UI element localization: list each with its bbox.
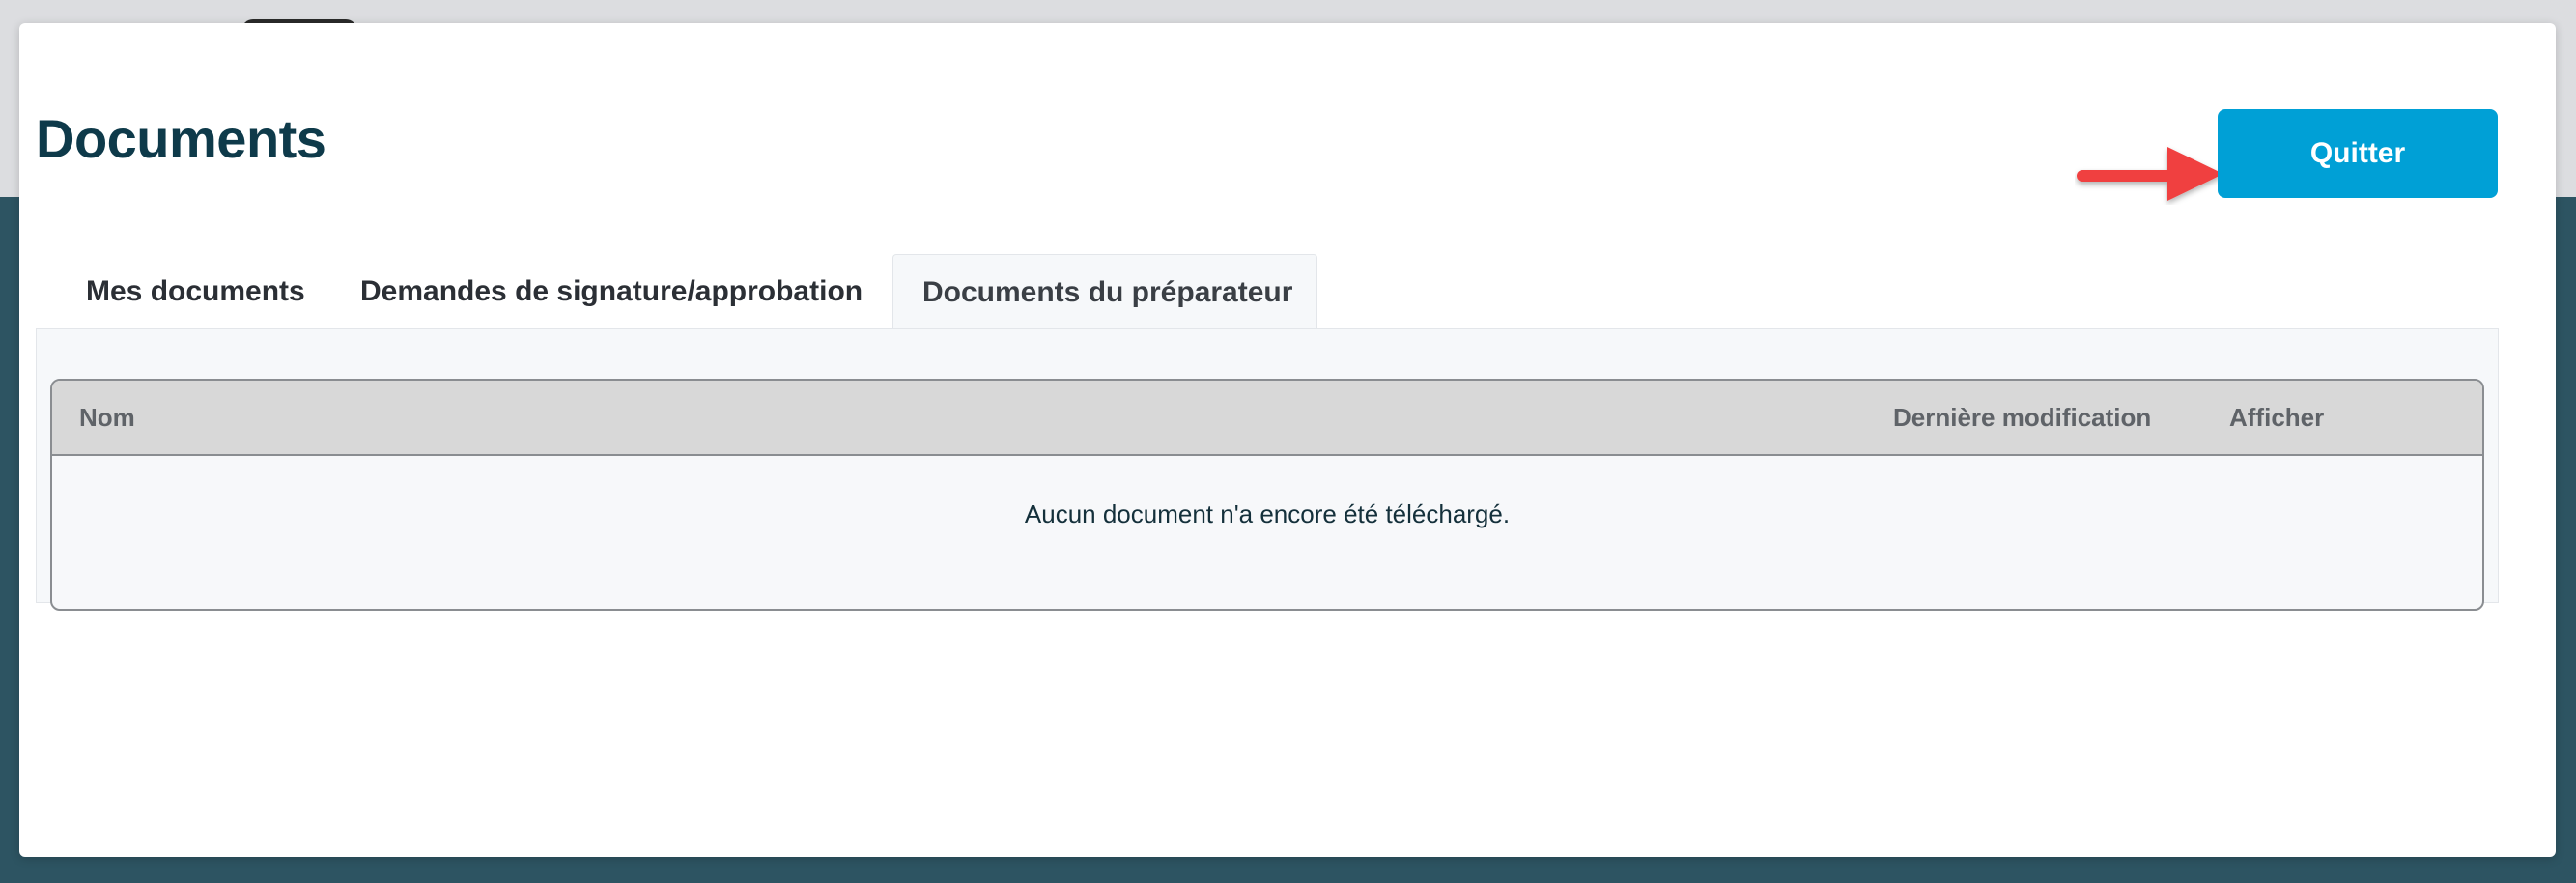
documents-table: Nom Dernière modification Afficher Aucun… (50, 379, 2484, 611)
tab-my-documents[interactable]: Mes documents (86, 254, 305, 329)
column-header-name[interactable]: Nom (79, 381, 135, 454)
empty-state-message: Aucun document n'a encore été téléchargé… (1024, 499, 1511, 528)
quit-button[interactable]: Quitter (2218, 109, 2498, 198)
table-header: Nom Dernière modification Afficher (52, 381, 2482, 456)
tab-preparer-documents[interactable]: Documents du préparateur (892, 254, 1317, 329)
column-header-view: Afficher (2229, 403, 2325, 432)
tab-signature-requests[interactable]: Demandes de signature/approbation (360, 254, 863, 329)
column-header-last-modified[interactable]: Dernière modification (1893, 381, 2151, 454)
annotation-arrow-icon (2077, 147, 2223, 201)
page-title: Documents (36, 108, 326, 169)
